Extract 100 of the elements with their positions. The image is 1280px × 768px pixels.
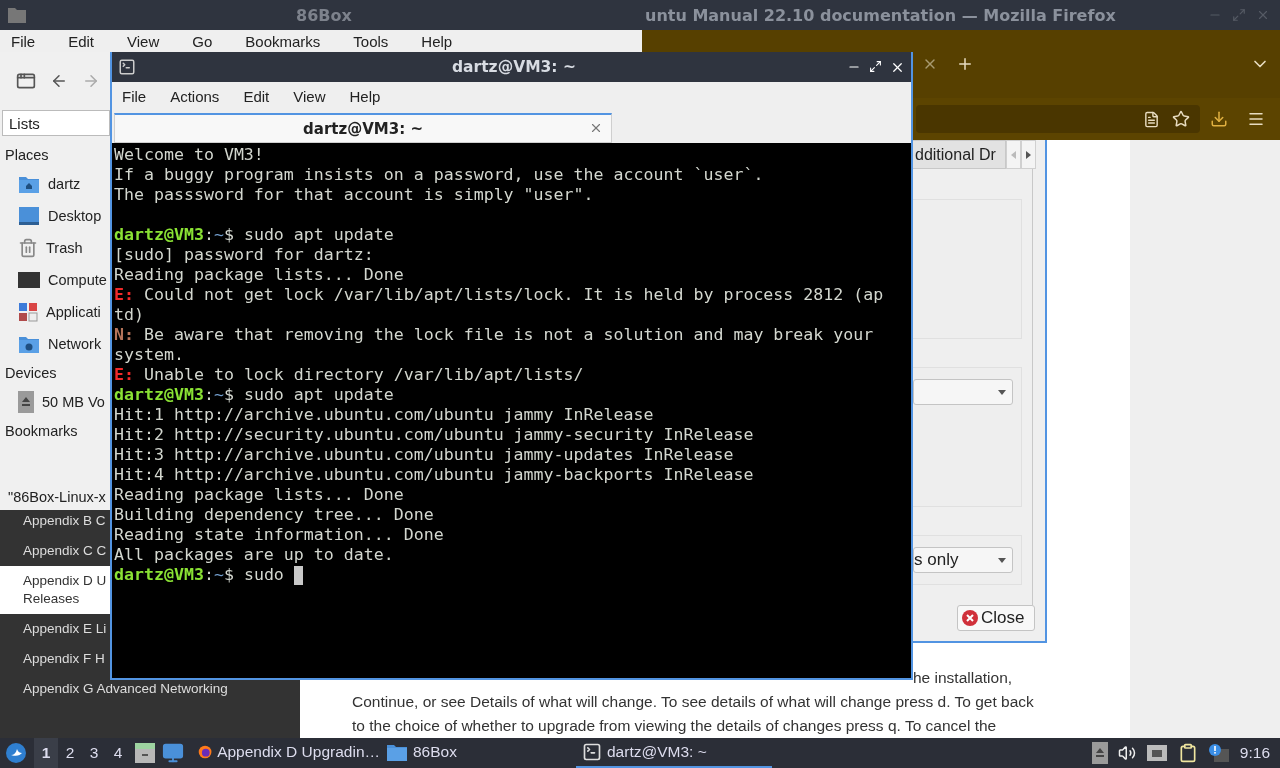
terminal-line: N: Be aware that removing the lock file is not a solution and may break your [114, 325, 874, 345]
eject-drive-icon [18, 391, 34, 413]
terminal-line: system. [114, 345, 184, 365]
menu-item[interactable]: File [122, 87, 147, 105]
sidebar-item[interactable]: Trash [0, 232, 108, 264]
menu-item[interactable]: Edit [243, 87, 270, 105]
status-text: "86Box-Linux-x [8, 488, 106, 507]
terminal-line: dartz@VM3:~$ sudo apt update [114, 225, 394, 245]
sidebar-item[interactable]: 50 MB Vo [0, 386, 108, 418]
volume-icon[interactable] [1117, 744, 1136, 762]
terminal-line: Hit:2 http://security.ubuntu.com/ubuntu jammy-security InRelease [114, 425, 754, 445]
scroll-right-button[interactable] [1021, 140, 1036, 169]
menu-item[interactable]: View [127, 32, 160, 50]
workspace-button[interactable]: 4 [106, 738, 130, 768]
sidebar-heading: Places [5, 146, 49, 165]
workspace-button[interactable]: 1 [34, 738, 58, 768]
sidebar-item-label: dartz [48, 176, 81, 192]
sidebar-item[interactable]: Desktop [0, 200, 108, 232]
left-arrow-icon [1011, 150, 1016, 159]
show-desktop-icon[interactable] [162, 742, 184, 764]
view-mode-dropdown[interactable]: Lists [2, 110, 110, 136]
eject-icon[interactable] [1091, 742, 1108, 764]
monitor-icon [18, 271, 40, 289]
sidebar-item-label: Compute [48, 272, 107, 288]
notification-icon[interactable] [1207, 743, 1230, 763]
sidebar-item-label: Network [48, 336, 102, 352]
window-title: dartz@VM3: ~ [452, 58, 576, 76]
menu-item[interactable]: Tools [353, 32, 389, 50]
contents-link[interactable]: Appendix F H [23, 650, 105, 668]
terminal-line: dartz@VM3:~$ sudo apt update [114, 385, 394, 405]
contents-link[interactable]: Appendix D U Releases [0, 566, 110, 614]
sidebar-item-label: Applicati [46, 304, 101, 320]
terminal-line: [sudo] password for dartz: [114, 245, 374, 265]
apps-icon [18, 302, 38, 322]
network-folder-icon [18, 334, 40, 354]
sidebar-item[interactable]: Applicati [0, 296, 108, 328]
taskbar-task[interactable]: Appendix D Upgradin… [192, 738, 380, 768]
terminal-line: E: Could not get lock /var/lib/apt/lists/lock. It is held by process 2812 (ap [114, 285, 884, 305]
terminal-tab[interactable]: dartz@VM3: ~ [114, 113, 612, 143]
reader-view-icon[interactable] [1143, 110, 1160, 128]
network-icon[interactable] [1145, 744, 1168, 762]
contents-link[interactable]: Appendix B C [23, 512, 106, 530]
workspace-button[interactable]: 3 [82, 738, 106, 768]
contents-link[interactable]: Appendix G Advanced Networking [23, 680, 228, 698]
taskbar-task[interactable]: 86Box [380, 738, 576, 768]
contents-link[interactable]: Appendix E Li [23, 620, 107, 638]
sidebar-item-label: 50 MB Vo [42, 394, 105, 410]
file-cabinet-icon[interactable] [134, 743, 156, 763]
right-arrow-icon [1026, 150, 1031, 159]
folder-icon [386, 742, 408, 762]
task-label: Appendix D Upgradin… [217, 743, 380, 761]
taskbar-task[interactable]: dartz@VM3: ~ [576, 738, 772, 768]
close-tab-icon[interactable] [589, 121, 603, 135]
task-label: 86Box [413, 743, 457, 761]
sidebar-item[interactable]: dartz [0, 168, 108, 200]
terminal-line: If a buggy program insists on a password, use the account `user`. [114, 165, 764, 185]
terminal-line: Building dependency tree... Done [114, 505, 434, 525]
menu-item[interactable]: Go [192, 32, 213, 50]
maximize-icon[interactable] [869, 59, 882, 73]
menu-item[interactable]: Bookmarks [245, 32, 321, 50]
close-button[interactable]: Close [957, 605, 1035, 631]
menu-item[interactable]: Actions [170, 87, 220, 105]
sidebar-item[interactable]: Compute [0, 264, 108, 296]
body-text-line: he installation, [912, 668, 1014, 688]
menu-icon[interactable] [1247, 110, 1265, 128]
contents-link[interactable]: Appendix C C [23, 542, 107, 560]
sidebar-heading: Bookmarks [5, 422, 78, 441]
bookmark-star-icon[interactable] [1172, 110, 1190, 128]
address-bar[interactable] [916, 105, 1200, 133]
menu-item[interactable]: File [11, 32, 36, 50]
terminal-line: Welcome to VM3! [114, 145, 264, 165]
task-label: dartz@VM3: ~ [607, 743, 707, 761]
terminal-line: E: Unable to lock directory /var/lib/apt/lists/ [114, 365, 584, 385]
caret-icon [998, 389, 1006, 395]
window-title: 86Box [296, 6, 352, 25]
sidebar-item[interactable]: Network [0, 328, 108, 360]
settings-tab[interactable]: dditional Dr [912, 140, 1006, 169]
menu-item[interactable]: Edit [68, 32, 95, 50]
sidebar-item-label: Trash [46, 240, 83, 256]
desktop-icon [18, 206, 40, 226]
home-folder-icon [18, 174, 40, 194]
cancel-icon [962, 610, 978, 626]
sidebar-item-label: Desktop [48, 208, 102, 224]
new-tab-icon[interactable] [956, 55, 974, 73]
back-icon[interactable] [50, 72, 68, 90]
new-window-icon[interactable] [16, 71, 36, 91]
dropdown[interactable]: s only [913, 547, 1013, 573]
terminal-line: Hit:1 http://archive.ubuntu.com/ubuntu jammy InRelease [114, 405, 654, 425]
menu-item[interactable]: Help [349, 87, 381, 105]
body-text-line: to the choice of whether to upgrade from viewing the details of changes press q. To cancel the [351, 716, 998, 736]
menu-item[interactable]: Help [421, 32, 453, 50]
workspace-button[interactable]: 2 [58, 738, 82, 768]
menu-item[interactable]: View [293, 87, 326, 105]
caret-icon [998, 557, 1006, 563]
terminal-icon [582, 742, 602, 762]
terminal-line: td) [114, 305, 144, 325]
terminal-line: The passsword for that account is simply "user". [114, 185, 594, 205]
download-icon[interactable] [1210, 110, 1228, 128]
start-menu-icon[interactable] [6, 743, 26, 763]
terminal-line: Hit:3 http://archive.ubuntu.com/ubuntu jammy-updates InRelease [114, 445, 734, 465]
